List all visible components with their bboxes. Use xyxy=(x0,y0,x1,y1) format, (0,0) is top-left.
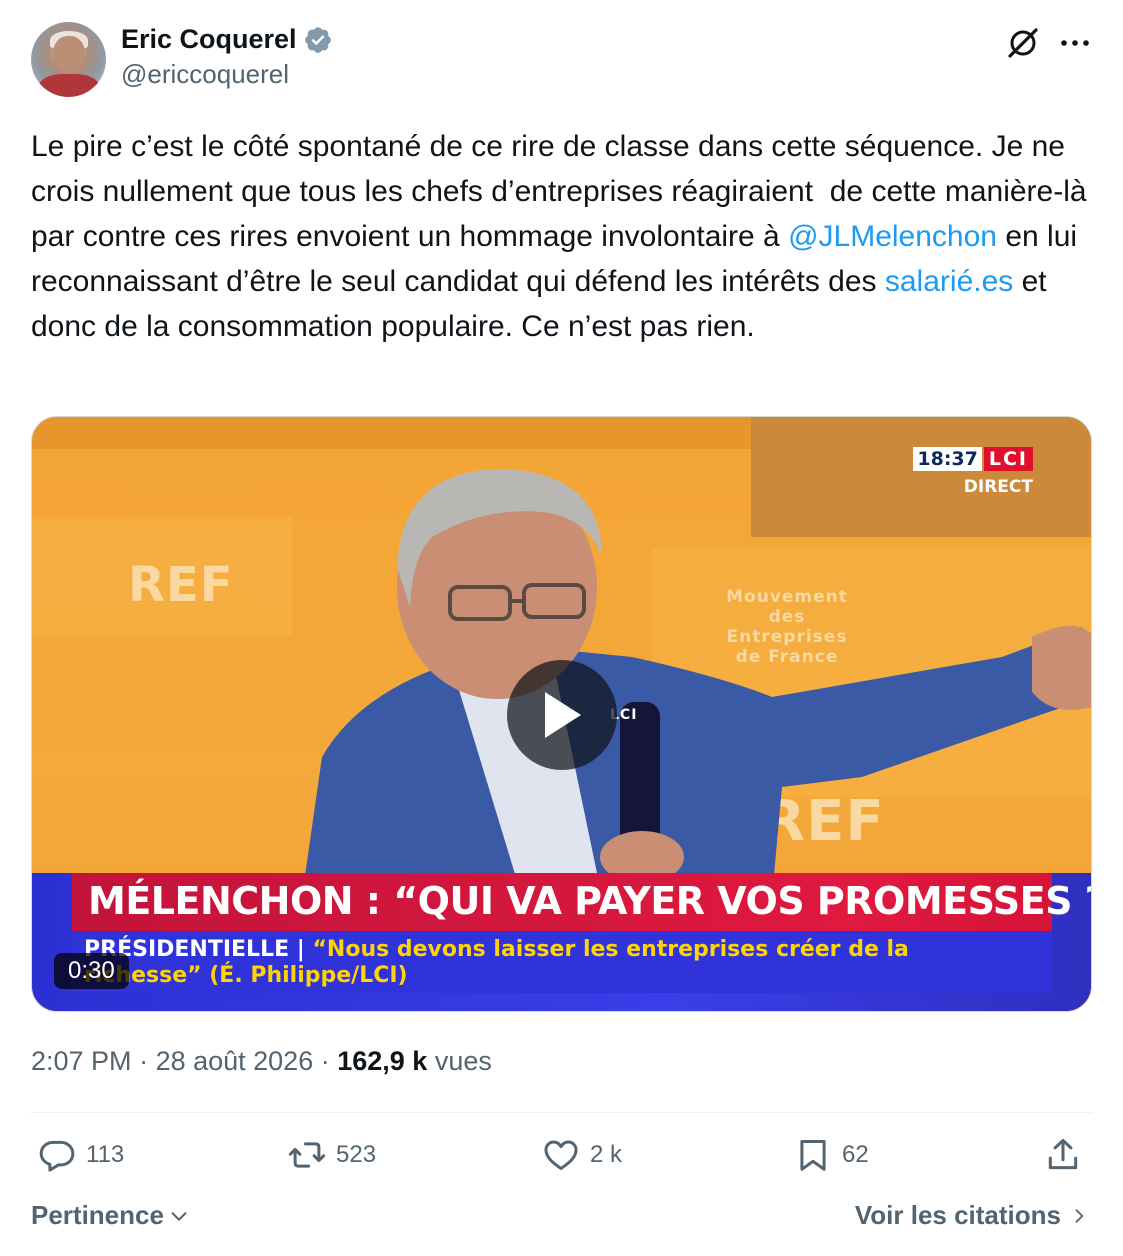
speaker-figure xyxy=(304,468,1091,877)
subline-quote-continued: richesse” (É. Philippe/LCI) xyxy=(84,963,408,988)
overlay-live: DIRECT xyxy=(963,477,1033,497)
repost-count: 523 xyxy=(336,1141,377,1168)
grok-icon[interactable] xyxy=(1006,26,1040,60)
background-brand-text: REF xyxy=(128,557,234,613)
text-link[interactable]: salarié.es xyxy=(885,265,1013,298)
author-handle[interactable]: @ericcoquerel xyxy=(121,59,333,90)
headline-text: MÉLENCHON : “QUI VA PAYER VOS PROMESSES … xyxy=(88,879,1092,923)
bookmark-icon xyxy=(800,1140,826,1171)
video-player[interactable]: REF REF Mouvement des Entreprises de Fra… xyxy=(31,416,1092,1012)
avatar[interactable] xyxy=(31,22,106,97)
avatar-face xyxy=(53,36,85,74)
play-icon xyxy=(545,692,581,738)
meta-separator: · xyxy=(313,1046,338,1076)
action-bar: 113 523 2 k 62 xyxy=(38,1136,1088,1182)
reply-button[interactable]: 113 xyxy=(38,1136,124,1174)
reply-icon xyxy=(39,1140,75,1172)
divider xyxy=(31,1112,1092,1113)
author-block: Eric Coquerel @ericcoquerel xyxy=(121,24,333,90)
overlay-channel: LCI xyxy=(983,447,1033,471)
more-icon[interactable] xyxy=(1058,30,1092,56)
meta-separator: · xyxy=(131,1046,156,1076)
like-count: 2 k xyxy=(590,1141,623,1168)
sort-dropdown[interactable]: Pertinence xyxy=(31,1200,190,1231)
view-quotes-label: Voir les citations xyxy=(854,1200,1061,1230)
repost-icon xyxy=(288,1142,326,1168)
share-button[interactable] xyxy=(1044,1136,1082,1174)
play-button[interactable] xyxy=(507,660,617,770)
bookmark-button[interactable]: 62 xyxy=(794,1136,869,1174)
subline-quote: “Nous devons laisser les entreprises cré… xyxy=(312,937,909,962)
name-row: Eric Coquerel xyxy=(121,24,333,55)
tweet-meta: 2:07 PM · 28 août 2026 · 162,9 k vues xyxy=(31,1046,492,1077)
mention-link[interactable]: @JLMelenchon xyxy=(788,220,997,253)
reply-count: 113 xyxy=(86,1141,125,1168)
tweet-date[interactable]: 28 août 2026 xyxy=(156,1046,314,1076)
subline-text: PRÉSIDENTIELLE | “Nous devons laisser le… xyxy=(84,937,909,962)
tweet-header: Eric Coquerel @ericcoquerel xyxy=(31,22,1092,102)
video-duration: 0:30 xyxy=(54,953,129,989)
chevron-right-icon xyxy=(1075,1208,1084,1223)
verified-badge-icon[interactable] xyxy=(303,25,333,55)
view-quotes-link[interactable]: Voir les citations xyxy=(855,1200,1089,1231)
views-count[interactable]: 162,9 k xyxy=(337,1046,427,1076)
tweet-time[interactable]: 2:07 PM xyxy=(31,1046,132,1076)
display-name[interactable]: Eric Coquerel xyxy=(121,24,297,55)
share-icon xyxy=(1048,1138,1078,1170)
sort-label: Pertinence xyxy=(31,1200,164,1230)
channel-badge: 18:37 LCI xyxy=(913,447,1033,471)
like-button[interactable]: 2 k xyxy=(542,1136,622,1174)
overlay-time: 18:37 xyxy=(913,447,982,471)
heart-icon xyxy=(544,1140,578,1170)
avatar-shirt xyxy=(39,74,99,97)
chevron-down-icon xyxy=(171,1211,187,1221)
tweet-text: Le pire c’est le côté spontané de ce rir… xyxy=(31,124,1096,349)
repost-button[interactable]: 523 xyxy=(288,1136,376,1174)
views-label: vues xyxy=(427,1046,492,1076)
bookmark-count: 62 xyxy=(842,1141,869,1168)
headline-banner: MÉLENCHON : “QUI VA PAYER VOS PROMESSES … xyxy=(72,873,1091,931)
